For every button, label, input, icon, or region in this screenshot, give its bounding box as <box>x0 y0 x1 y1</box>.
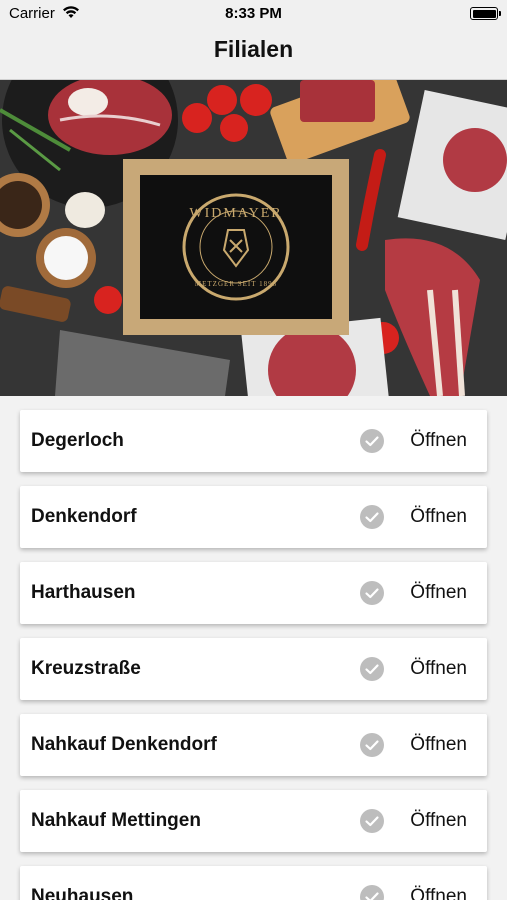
branch-name: Nahkauf Denkendorf <box>31 734 217 755</box>
logo-text: WIDMAYER <box>189 206 282 221</box>
open-status: Öffnen <box>410 886 467 900</box>
branch-name: Nahkauf Mettingen <box>31 810 201 831</box>
hero-illustration: WIDMAYER METZGER SEIT 1895 <box>0 80 507 396</box>
check-circle-icon <box>360 657 384 681</box>
branch-row-neuhausen[interactable]: Neuhausen Öffnen <box>20 866 487 900</box>
check-circle-icon <box>360 505 384 529</box>
branch-row-nahkauf-denkendorf[interactable]: Nahkauf Denkendorf Öffnen <box>20 714 487 776</box>
check-circle-icon <box>360 733 384 757</box>
branch-row-degerloch[interactable]: Degerloch Öffnen <box>20 410 487 472</box>
branch-name: Neuhausen <box>31 886 134 900</box>
open-status: Öffnen <box>410 430 467 451</box>
open-status: Öffnen <box>410 810 467 831</box>
branch-list: Degerloch Öffnen Denkendorf Öffnen Harth… <box>0 396 507 900</box>
branch-row-nahkauf-mettingen[interactable]: Nahkauf Mettingen Öffnen <box>20 790 487 852</box>
logo-subtext: METZGER SEIT 1895 <box>195 280 277 288</box>
branch-row-denkendorf[interactable]: Denkendorf Öffnen <box>20 486 487 548</box>
branch-name: Denkendorf <box>31 506 137 527</box>
page-title: Filialen <box>213 36 294 62</box>
branch-name: Degerloch <box>31 430 124 451</box>
branch-row-harthausen[interactable]: Harthausen Öffnen <box>20 562 487 624</box>
status-bar: Carrier 8:33 PM <box>0 0 507 28</box>
open-status: Öffnen <box>410 734 467 755</box>
open-status: Öffnen <box>410 582 467 603</box>
check-circle-icon <box>360 429 384 453</box>
status-time: 8:33 PM <box>225 5 282 22</box>
open-status: Öffnen <box>410 658 467 679</box>
hero-image: WIDMAYER METZGER SEIT 1895 <box>0 80 507 396</box>
branch-name: Harthausen <box>31 582 136 603</box>
navigation-bar: Filialen <box>0 28 507 80</box>
open-status: Öffnen <box>410 506 467 527</box>
battery-icon <box>470 7 501 20</box>
branch-name: Kreuzstraße <box>31 658 141 679</box>
check-circle-icon <box>360 809 384 833</box>
branch-row-kreuzstrasse[interactable]: Kreuzstraße Öffnen <box>20 638 487 700</box>
check-circle-icon <box>360 885 384 900</box>
check-circle-icon <box>360 581 384 605</box>
